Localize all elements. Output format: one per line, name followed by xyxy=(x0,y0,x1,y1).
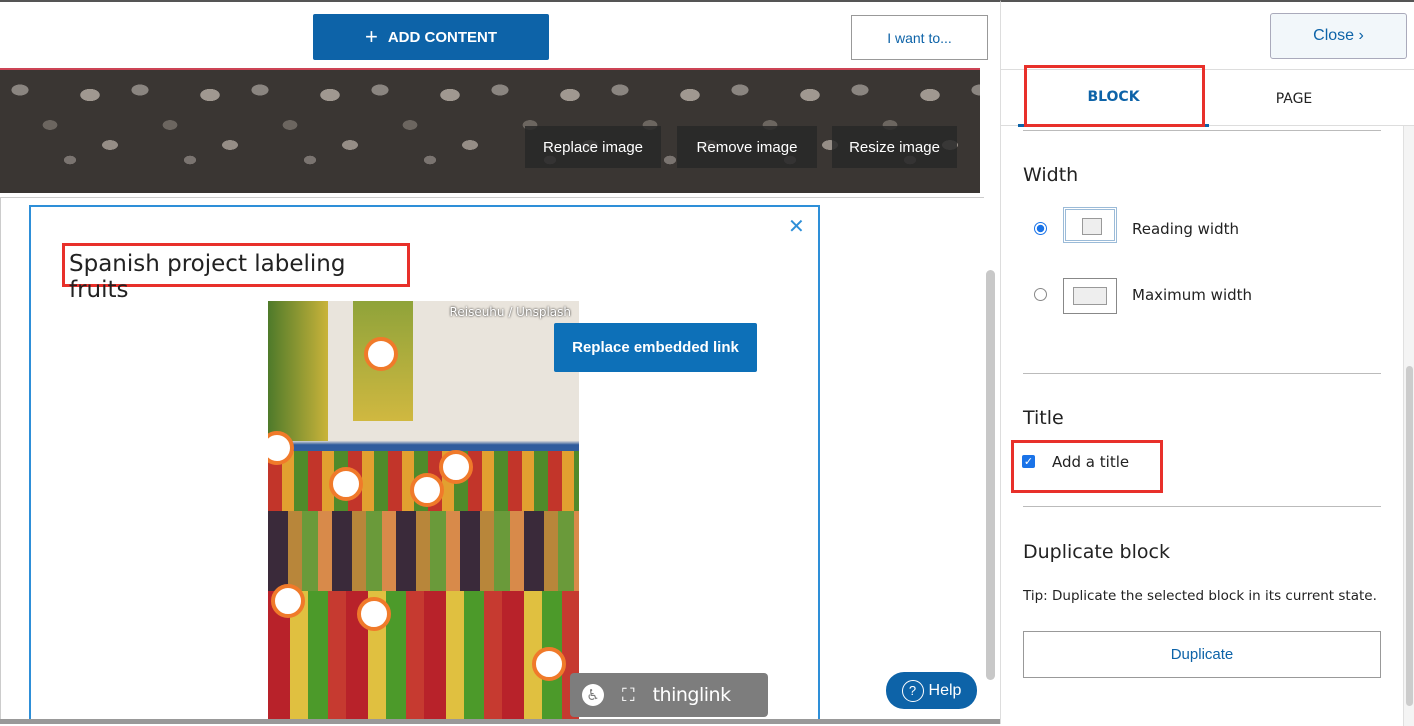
i-want-to-button[interactable]: I want to... xyxy=(851,15,988,60)
panel-scrollbar[interactable] xyxy=(1403,126,1414,726)
add-content-button[interactable]: + ADD CONTENT xyxy=(313,14,549,60)
content-strip xyxy=(0,719,1000,724)
thinglink-toolbar: ♿ ⛶ thinglink xyxy=(570,673,768,717)
close-icon[interactable]: ✕ xyxy=(788,214,805,238)
resize-image-button[interactable]: Resize image xyxy=(832,126,957,168)
close-panel-button[interactable]: Close › xyxy=(1270,13,1407,59)
width-heading: Width xyxy=(1023,164,1079,186)
highlight-box xyxy=(1024,65,1205,127)
settings-panel: Close › BLOCK PAGE Width Reading width M… xyxy=(1000,0,1414,726)
hotspot[interactable] xyxy=(410,473,444,507)
accessibility-icon[interactable]: ♿ xyxy=(582,684,604,706)
editor-toolbar: + ADD CONTENT I want to... xyxy=(0,0,1000,68)
hotspot[interactable] xyxy=(439,450,473,484)
thinglink-logo[interactable]: thinglink xyxy=(653,684,731,706)
add-title-checkbox[interactable]: ✓ xyxy=(1022,455,1035,468)
duplicate-tip: Tip: Duplicate the selected block in its… xyxy=(1023,588,1377,604)
replace-embedded-link-button[interactable]: Replace embedded link xyxy=(554,323,757,372)
tab-page[interactable]: PAGE xyxy=(1209,70,1379,127)
add-title-label[interactable]: Add a title xyxy=(1052,453,1129,471)
fullscreen-icon[interactable]: ⛶ xyxy=(622,685,635,706)
image-credit: Reiseuhu / Unsplash xyxy=(449,305,571,319)
duplicate-button[interactable]: Duplicate xyxy=(1023,631,1381,678)
reading-width-label: Reading width xyxy=(1132,220,1239,238)
fruit-image[interactable]: Reiseuhu / Unsplash xyxy=(268,301,579,724)
help-button[interactable]: ? Help xyxy=(886,672,977,709)
title-heading: Title xyxy=(1023,407,1064,429)
replace-image-button[interactable]: Replace image xyxy=(525,126,661,168)
block-title[interactable]: Spanish project labeling fruits xyxy=(62,243,410,303)
hotspot[interactable] xyxy=(271,584,305,618)
maximum-width-label: Maximum width xyxy=(1132,286,1253,304)
hotspot[interactable] xyxy=(532,647,566,681)
hotspot[interactable] xyxy=(364,337,398,371)
help-icon: ? xyxy=(901,679,924,702)
reading-width-icon[interactable] xyxy=(1063,207,1117,243)
remove-image-button[interactable]: Remove image xyxy=(677,126,817,168)
reading-width-radio[interactable] xyxy=(1034,222,1047,235)
panel-tabs: BLOCK PAGE xyxy=(1001,65,1414,127)
duplicate-heading: Duplicate block xyxy=(1023,541,1170,563)
divider xyxy=(1023,506,1381,507)
maximum-width-icon[interactable] xyxy=(1063,278,1117,314)
maximum-width-radio[interactable] xyxy=(1034,288,1047,301)
hotspot[interactable] xyxy=(357,597,391,631)
divider xyxy=(1023,373,1381,374)
tab-block[interactable]: BLOCK xyxy=(1018,65,1209,127)
editor-scrollbar[interactable] xyxy=(986,270,995,680)
divider xyxy=(1023,130,1381,131)
plus-icon: + xyxy=(364,24,378,49)
hotspot[interactable] xyxy=(329,467,363,501)
